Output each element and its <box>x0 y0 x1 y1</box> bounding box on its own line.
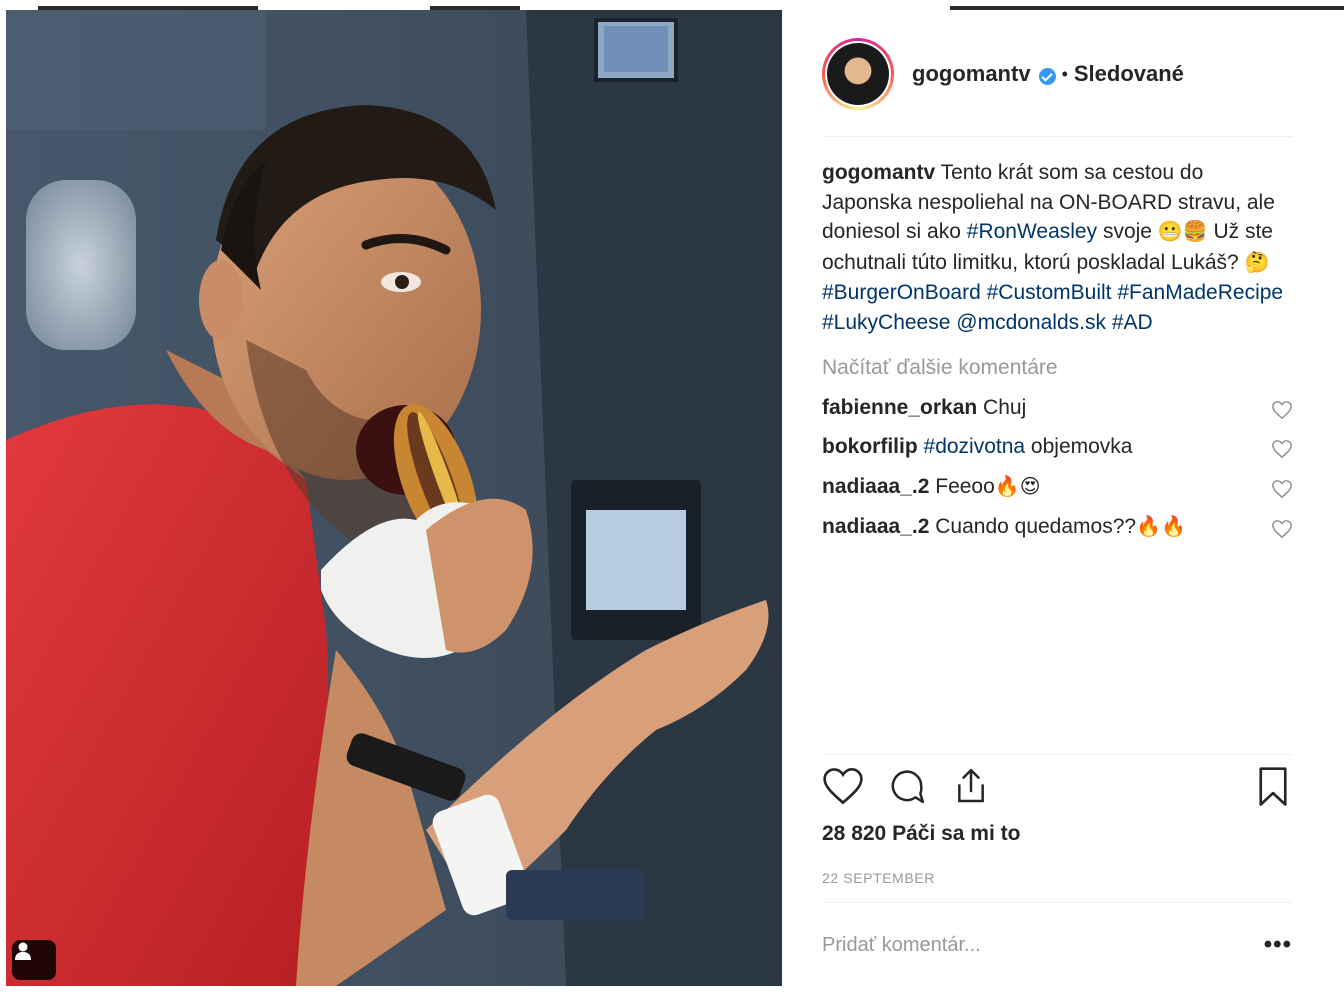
comment-like-heart-icon[interactable] <box>1271 399 1293 419</box>
add-comment-bar: ••• <box>822 920 1292 970</box>
verified-badge-icon <box>1038 67 1056 85</box>
hashtag-link[interactable]: #CustomBuilt <box>987 281 1112 304</box>
action-bar <box>822 766 1292 814</box>
comment-like-heart-icon[interactable] <box>1271 438 1293 459</box>
add-comment-input[interactable] <box>822 933 1222 957</box>
comment-item: fabienne_orkan Chuj <box>822 393 1292 423</box>
comment-text: Cuando quedamos?? <box>929 515 1137 538</box>
comment-text: objemovka <box>1025 435 1133 458</box>
bookmark-icon[interactable] <box>1254 766 1292 813</box>
hashtag-link[interactable]: #LukyCheese <box>822 311 950 334</box>
post-date: 22 SEPTEMBER <box>822 870 936 886</box>
avatar-image <box>827 43 889 105</box>
comment-input-divider <box>822 902 1292 903</box>
comment-text: Chuj <box>977 395 1027 419</box>
post-side-panel: gogomantv • Sledované gogomantv Tento kr… <box>782 10 1344 986</box>
caption-emoji: 😬🍔 <box>1157 221 1208 243</box>
post-photo[interactable] <box>6 10 782 986</box>
post-caption: gogomantv Tento krát som sa cestou do Ja… <box>822 158 1292 337</box>
comment-item: nadiaaa_.2 Cuando quedamos??🔥🔥 <box>822 512 1292 543</box>
comment-item: nadiaaa_.2 Feeoo🔥😍 <box>822 472 1292 503</box>
comment-bubble-icon[interactable] <box>886 766 928 811</box>
comment-item: bokorfilip #dozivotna objemovka <box>822 432 1292 462</box>
hashtag-link[interactable]: #RonWeasley <box>967 220 1097 243</box>
more-options-button[interactable]: ••• <box>1264 931 1292 959</box>
header-divider <box>822 136 1292 137</box>
post-modal: gogomantv • Sledované gogomantv Tento kr… <box>6 10 1344 996</box>
comments-list: gogomantv Tento krát som sa cestou do Ja… <box>822 158 1292 543</box>
load-more-comments-button[interactable]: Načítať ďalšie komentáre <box>822 353 1292 383</box>
comment-username[interactable]: nadiaaa_.2 <box>822 475 929 498</box>
share-icon[interactable] <box>950 766 992 811</box>
likes-count[interactable]: 28 820 Páči sa mi to <box>822 822 1020 846</box>
comment-emoji: 🔥🔥 <box>1136 516 1186 538</box>
likes-label: Páči sa mi to <box>892 822 1021 845</box>
caption-username[interactable]: gogomantv <box>822 161 935 184</box>
comment-emoji: 🔥😍 <box>994 475 1041 498</box>
caption-text: svoje <box>1097 220 1158 243</box>
actions-divider <box>822 754 1292 755</box>
caption-emoji: 🤔 <box>1244 251 1270 274</box>
comment-username[interactable]: nadiaaa_.2 <box>822 515 929 538</box>
author-username[interactable]: gogomantv <box>912 61 1031 87</box>
post-header: gogomantv • Sledované <box>822 36 1292 112</box>
separator-dot: • <box>1061 63 1068 84</box>
top-strip <box>0 0 1344 10</box>
follow-status-button[interactable]: Sledované <box>1074 61 1184 87</box>
tagged-users-button[interactable] <box>12 940 56 980</box>
comment-text: Feeoo <box>929 474 995 498</box>
comment-username[interactable]: bokorfilip <box>822 435 918 458</box>
author-avatar[interactable] <box>822 38 894 110</box>
photo-illustration <box>6 10 782 986</box>
mention-link[interactable]: @mcdonalds.sk <box>956 311 1106 334</box>
comment-like-heart-icon[interactable] <box>1271 518 1293 539</box>
comment-username[interactable]: fabienne_orkan <box>822 396 977 419</box>
heart-icon[interactable] <box>822 766 864 811</box>
hashtag-link[interactable]: #dozivotna <box>924 435 1026 458</box>
hashtag-link[interactable]: #FanMadeRecipe <box>1117 281 1283 304</box>
comment-like-heart-icon[interactable] <box>1271 478 1293 498</box>
hashtag-link[interactable]: #BurgerOnBoard <box>822 281 981 304</box>
likes-number: 28 820 <box>822 822 887 845</box>
hashtag-link[interactable]: #AD <box>1112 311 1153 334</box>
